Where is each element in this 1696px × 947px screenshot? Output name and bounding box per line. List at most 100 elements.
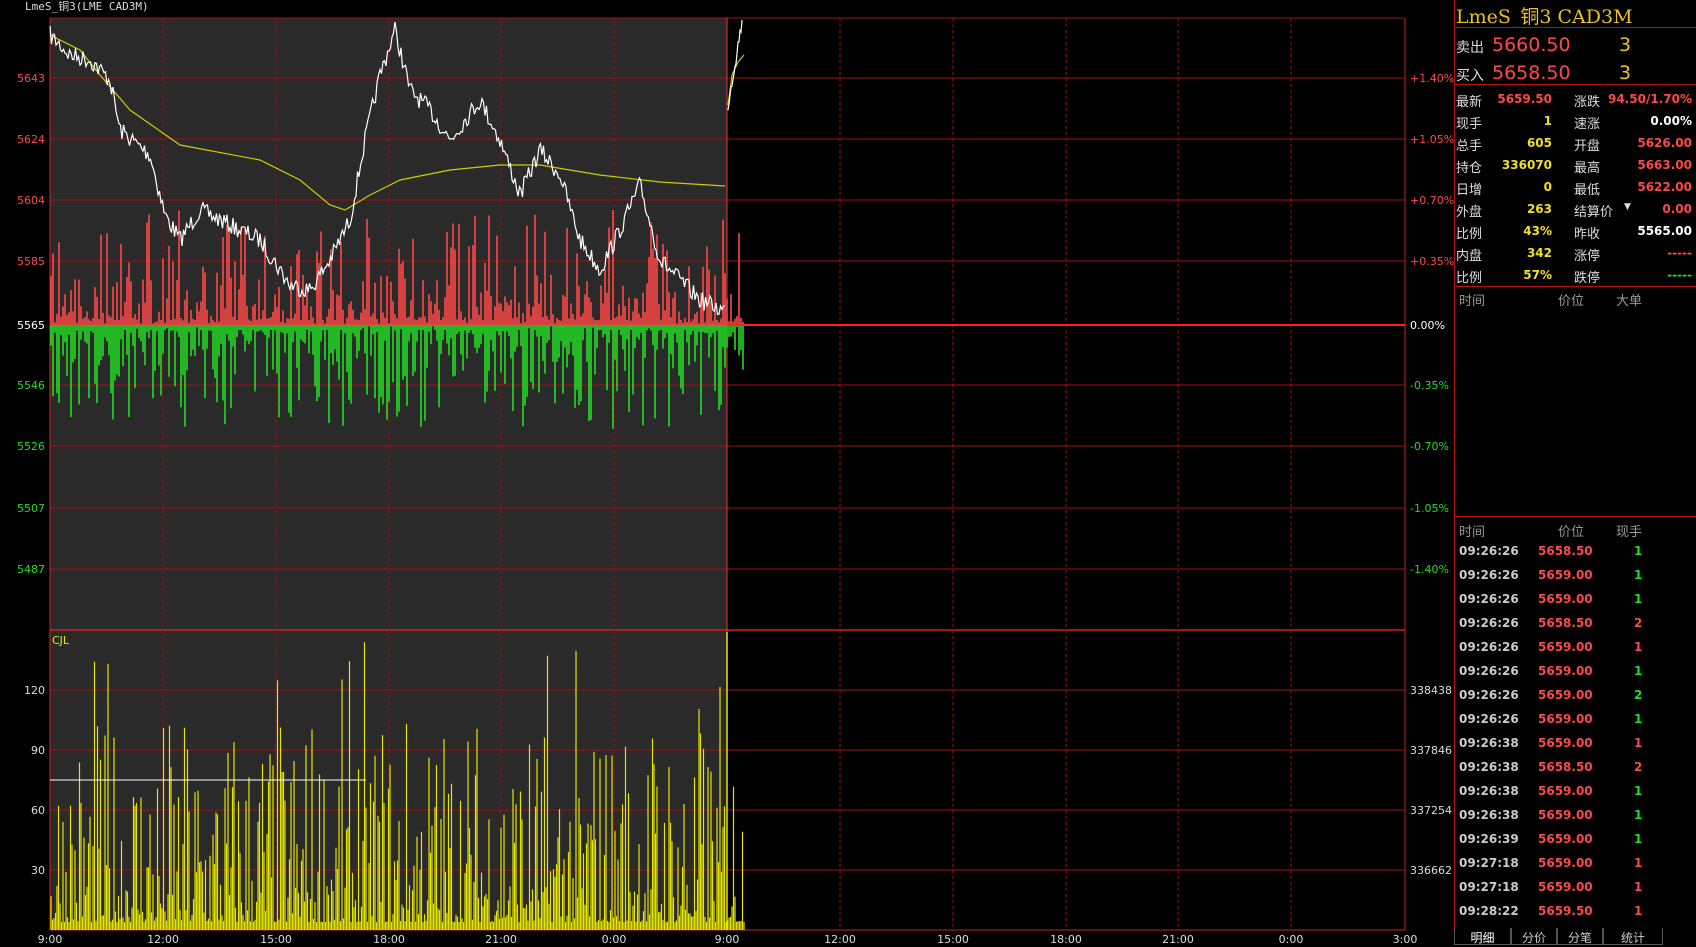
tick-price: 5659.00	[1538, 736, 1593, 750]
price-axis-label: 5643	[17, 72, 45, 85]
tick-row[interactable]: 09:27:18 5659.00 1	[1454, 852, 1694, 876]
stat-value: 5565.00	[1637, 224, 1692, 238]
stat-value: 5622.00	[1637, 180, 1692, 194]
tick-volume: 1	[1634, 904, 1643, 918]
tick-price: 5658.50	[1538, 544, 1593, 558]
tab-price-distribution[interactable]: 分价	[1511, 928, 1557, 945]
percent-axis-label: +0.70%	[1410, 194, 1454, 207]
tick-volume: 2	[1634, 688, 1643, 702]
bid-row[interactable]: 买入 5658.50 3	[1454, 60, 1694, 86]
volume-axis-label: 90	[31, 744, 45, 757]
tick-row[interactable]: 09:26:38 5659.00 1	[1454, 804, 1694, 828]
tick-row[interactable]: 09:26:26 5659.00 2	[1454, 684, 1694, 708]
tick-time: 09:26:26	[1459, 568, 1519, 582]
price-axis-label: 5565	[17, 319, 45, 332]
tick-time: 09:27:18	[1459, 880, 1519, 894]
tick-time: 09:26:38	[1459, 784, 1519, 798]
tick-row[interactable]: 09:26:26 5658.50 2	[1454, 612, 1694, 636]
stat-label: 比例	[1456, 271, 1483, 286]
stat-label: 比例	[1456, 227, 1483, 242]
ticks-header-price: 价位	[1558, 525, 1585, 540]
tick-price: 5659.00	[1538, 688, 1593, 702]
tick-volume: 1	[1634, 544, 1643, 558]
tick-row[interactable]: 09:26:26 5659.00 1	[1454, 660, 1694, 684]
stat-value: 5659.50	[1497, 92, 1552, 106]
stat-value: -----	[1667, 246, 1692, 260]
panel-tabs: 明细 分价 分笔 统计	[1454, 928, 1696, 946]
tab-statistics[interactable]: 统计	[1603, 928, 1663, 945]
tick-price: 5659.00	[1538, 640, 1593, 654]
stat-value: 5663.00	[1637, 158, 1692, 172]
quote-panel: LmeS_铜3 CAD3M 卖出 5660.50 3 买入 5658.50 3 …	[1454, 0, 1696, 947]
tab-tick-by-tick[interactable]: 分笔	[1557, 928, 1603, 945]
tick-row[interactable]: 09:26:26 5659.00 1	[1454, 588, 1694, 612]
tick-time: 09:26:38	[1459, 760, 1519, 774]
stat-value: 605	[1526, 136, 1552, 150]
dropdown-arrow-icon[interactable]: ▼	[1624, 202, 1631, 212]
tick-row[interactable]: 09:26:26 5658.50 1	[1454, 540, 1694, 564]
stat-label: 总手	[1456, 139, 1483, 154]
tab-detail[interactable]: 明细	[1454, 928, 1511, 945]
tick-volume: 1	[1634, 856, 1643, 870]
stat-value: -----	[1667, 268, 1692, 282]
tick-time: 09:26:26	[1459, 688, 1519, 702]
tick-time: 09:26:38	[1459, 736, 1519, 750]
tick-row[interactable]: 09:27:18 5659.00 1	[1454, 876, 1694, 900]
stats-row: 比例 57% 跌停 -----	[1454, 264, 1694, 286]
open-interest-axis-label: 337254	[1410, 804, 1452, 817]
stat-label: 最低	[1574, 183, 1601, 198]
price-axis-label: 5507	[17, 502, 45, 515]
volume-axis-label: 60	[31, 804, 45, 817]
stat-label: 结算价	[1574, 205, 1614, 220]
tick-row[interactable]: 09:26:26 5659.00 1	[1454, 708, 1694, 732]
bid-volume: 3	[1619, 62, 1632, 84]
tick-volume: 1	[1634, 880, 1643, 894]
tick-row[interactable]: 09:26:26 5659.00 1	[1454, 564, 1694, 588]
tick-row[interactable]: 09:26:39 5659.00 1	[1454, 828, 1694, 852]
quote-divider	[1454, 84, 1696, 85]
tick-volume: 1	[1634, 808, 1643, 822]
stat-label: 开盘	[1574, 139, 1601, 154]
bid-price: 5658.50	[1492, 62, 1571, 84]
percent-axis-label: -1.05%	[1410, 502, 1449, 515]
tick-row[interactable]: 09:26:38 5659.00 1	[1454, 732, 1694, 756]
percent-axis-label: +1.05%	[1410, 133, 1454, 146]
stats-row: 最新 5659.50 涨跌 94.50/1.70%	[1454, 88, 1694, 110]
time-axis-label: 12:00	[824, 933, 856, 946]
tick-row[interactable]: 09:26:38 5658.50 2	[1454, 756, 1694, 780]
stats-row: 日增 0 最低 5622.00	[1454, 176, 1694, 198]
volume-axis-label: 120	[24, 684, 45, 697]
price-axis-label: 5526	[17, 440, 45, 453]
tick-time: 09:26:26	[1459, 664, 1519, 678]
tick-row[interactable]: 09:26:26 5659.00 1	[1454, 636, 1694, 660]
stat-label: 持仓	[1456, 161, 1483, 176]
percent-axis-label: -0.35%	[1410, 379, 1449, 392]
ask-label: 卖出	[1456, 40, 1484, 56]
price-axis-label: 5585	[17, 255, 45, 268]
ask-row[interactable]: 卖出 5660.50 3	[1454, 32, 1694, 58]
percent-axis-label: -1.40%	[1410, 563, 1449, 576]
tick-row[interactable]: 09:26:38 5659.00 1	[1454, 780, 1694, 804]
open-interest-axis-label: 336662	[1410, 864, 1452, 877]
time-axis-label: 18:00	[1050, 933, 1082, 946]
stats-row: 内盘 342 涨停 -----	[1454, 242, 1694, 264]
stats-divider	[1454, 286, 1696, 287]
tick-row[interactable]: 09:28:22 5659.50 1	[1454, 900, 1694, 924]
tick-price: 5658.50	[1538, 760, 1593, 774]
ask-price: 5660.50	[1492, 34, 1571, 56]
percent-axis-label: 0.00%	[1410, 319, 1445, 332]
stat-label: 最高	[1574, 161, 1601, 176]
time-axis-label: 12:00	[147, 933, 179, 946]
tick-time: 09:26:26	[1459, 712, 1519, 726]
tick-time: 09:26:26	[1459, 544, 1519, 558]
stat-value: 342	[1526, 246, 1552, 260]
time-axis-label: 15:00	[937, 933, 969, 946]
price-axis-label: 5546	[17, 379, 45, 392]
time-axis-label: 9:00	[38, 933, 63, 946]
stat-value: 43%	[1523, 224, 1552, 238]
tick-time: 09:26:26	[1459, 592, 1519, 606]
chart-area[interactable]: LmeS_铜3(LME CAD3M) CJL 5643 5624 5604 5585 5…	[0, 0, 1454, 947]
tick-volume: 2	[1634, 760, 1643, 774]
time-axis-label: 3:00	[1393, 933, 1418, 946]
stat-label: 最新	[1456, 95, 1483, 110]
